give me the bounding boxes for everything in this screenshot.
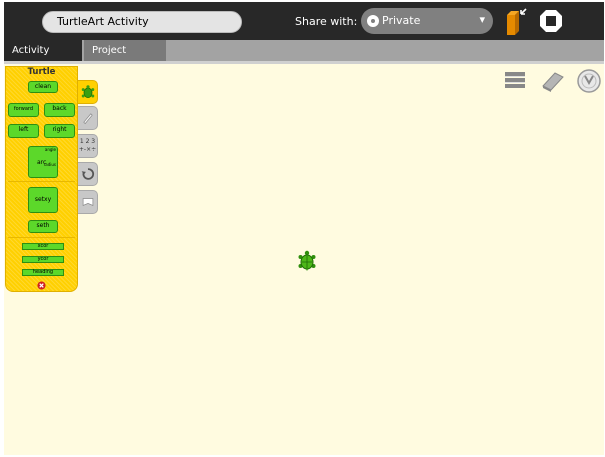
chevron-down-icon: ▾ — [479, 13, 485, 26]
run-icon[interactable] — [576, 68, 602, 94]
stop-icon[interactable] — [539, 9, 563, 33]
tab-activity[interactable]: Activity — [4, 40, 82, 61]
blocks-icon — [82, 198, 93, 207]
private-icon — [367, 15, 379, 27]
numbers-icon: 1 2 3 +-×÷ — [78, 138, 97, 153]
turtleart-window: TurtleArt Activity Share with: Private ▾… — [4, 2, 604, 455]
palette-separator — [8, 237, 75, 238]
clean-block[interactable]: clean — [28, 81, 58, 93]
pen-icon — [82, 113, 93, 125]
turtle-icon — [81, 85, 94, 98]
right-block[interactable]: right — [44, 124, 75, 138]
flow-icon — [81, 168, 94, 180]
left-block[interactable]: left — [8, 124, 39, 138]
ycor-block[interactable]: ycor — [22, 256, 64, 263]
setxy-block[interactable]: setxy — [28, 187, 58, 213]
palette-tab-blocks[interactable] — [78, 190, 98, 214]
forward-block[interactable]: forward — [8, 103, 39, 117]
activity-title-input[interactable]: TurtleArt Activity — [42, 11, 242, 33]
tab-bar: Activity Project — [4, 40, 604, 61]
heading-block[interactable]: heading — [22, 269, 64, 276]
turtle-sprite[interactable] — [297, 250, 317, 272]
turtle-palette: Turtle clean forward back left right arc… — [5, 66, 78, 292]
close-palette-icon[interactable] — [37, 281, 46, 290]
stack-icon[interactable] — [502, 68, 528, 94]
share-with-value: Private — [382, 14, 421, 27]
palette-title: Turtle — [27, 67, 56, 77]
tab-project[interactable]: Project — [84, 40, 166, 61]
activity-toolbar: TurtleArt Activity Share with: Private ▾ — [4, 2, 604, 40]
share-with-select[interactable]: Private ▾ — [361, 8, 493, 34]
palette-tab-pen[interactable] — [78, 106, 98, 130]
palette-tab-numbers[interactable]: 1 2 3 +-×÷ — [78, 134, 98, 158]
arc-block[interactable]: arc angle radius — [28, 146, 58, 178]
eraser-icon[interactable] — [540, 68, 566, 94]
share-with-label: Share with: — [295, 15, 358, 28]
keep-icon[interactable] — [504, 7, 528, 37]
palette-tab-flow[interactable] — [78, 162, 98, 186]
back-block[interactable]: back — [44, 103, 75, 117]
xcor-block[interactable]: xcor — [22, 243, 64, 250]
arc-radius-label: radius — [43, 162, 56, 167]
palette-tab-turtle[interactable] — [78, 80, 98, 104]
seth-block[interactable]: seth — [28, 220, 58, 233]
palette-separator — [8, 181, 75, 182]
arc-angle-label: angle — [44, 147, 56, 152]
